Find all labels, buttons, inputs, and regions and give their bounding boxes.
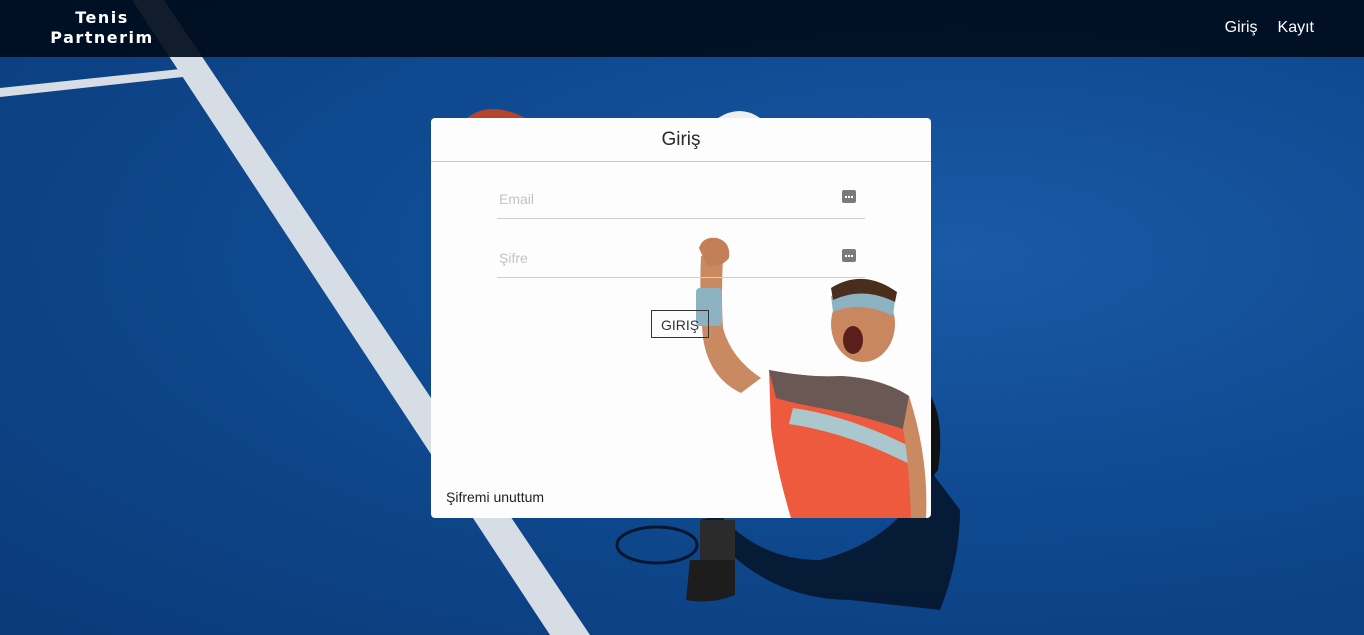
login-card-title: Giriş — [431, 118, 931, 162]
login-submit-button[interactable]: GIRIŞ — [651, 310, 709, 338]
password-manager-icon[interactable] — [842, 190, 856, 203]
brand-line-2: Partnerim — [50, 28, 154, 47]
password-input[interactable] — [497, 249, 831, 267]
brand-logo[interactable]: Tenis Partnerim — [46, 8, 158, 48]
email-field[interactable] — [497, 182, 865, 219]
brand-line-1: Tenis — [75, 8, 129, 27]
nav-links: Giriş Kayıt — [1225, 19, 1314, 37]
login-card: Giriş GIRIŞ Şifremi unuttum — [431, 118, 931, 518]
nav-login-link[interactable]: Giriş — [1225, 19, 1258, 37]
top-navbar: Tenis Partnerim Giriş Kayıt — [0, 0, 1364, 57]
forgot-password-link[interactable]: Şifremi unuttum — [446, 489, 544, 505]
password-manager-icon[interactable] — [842, 249, 856, 262]
password-field[interactable] — [497, 241, 865, 278]
nav-register-link[interactable]: Kayıt — [1278, 19, 1314, 37]
email-input[interactable] — [497, 190, 831, 208]
